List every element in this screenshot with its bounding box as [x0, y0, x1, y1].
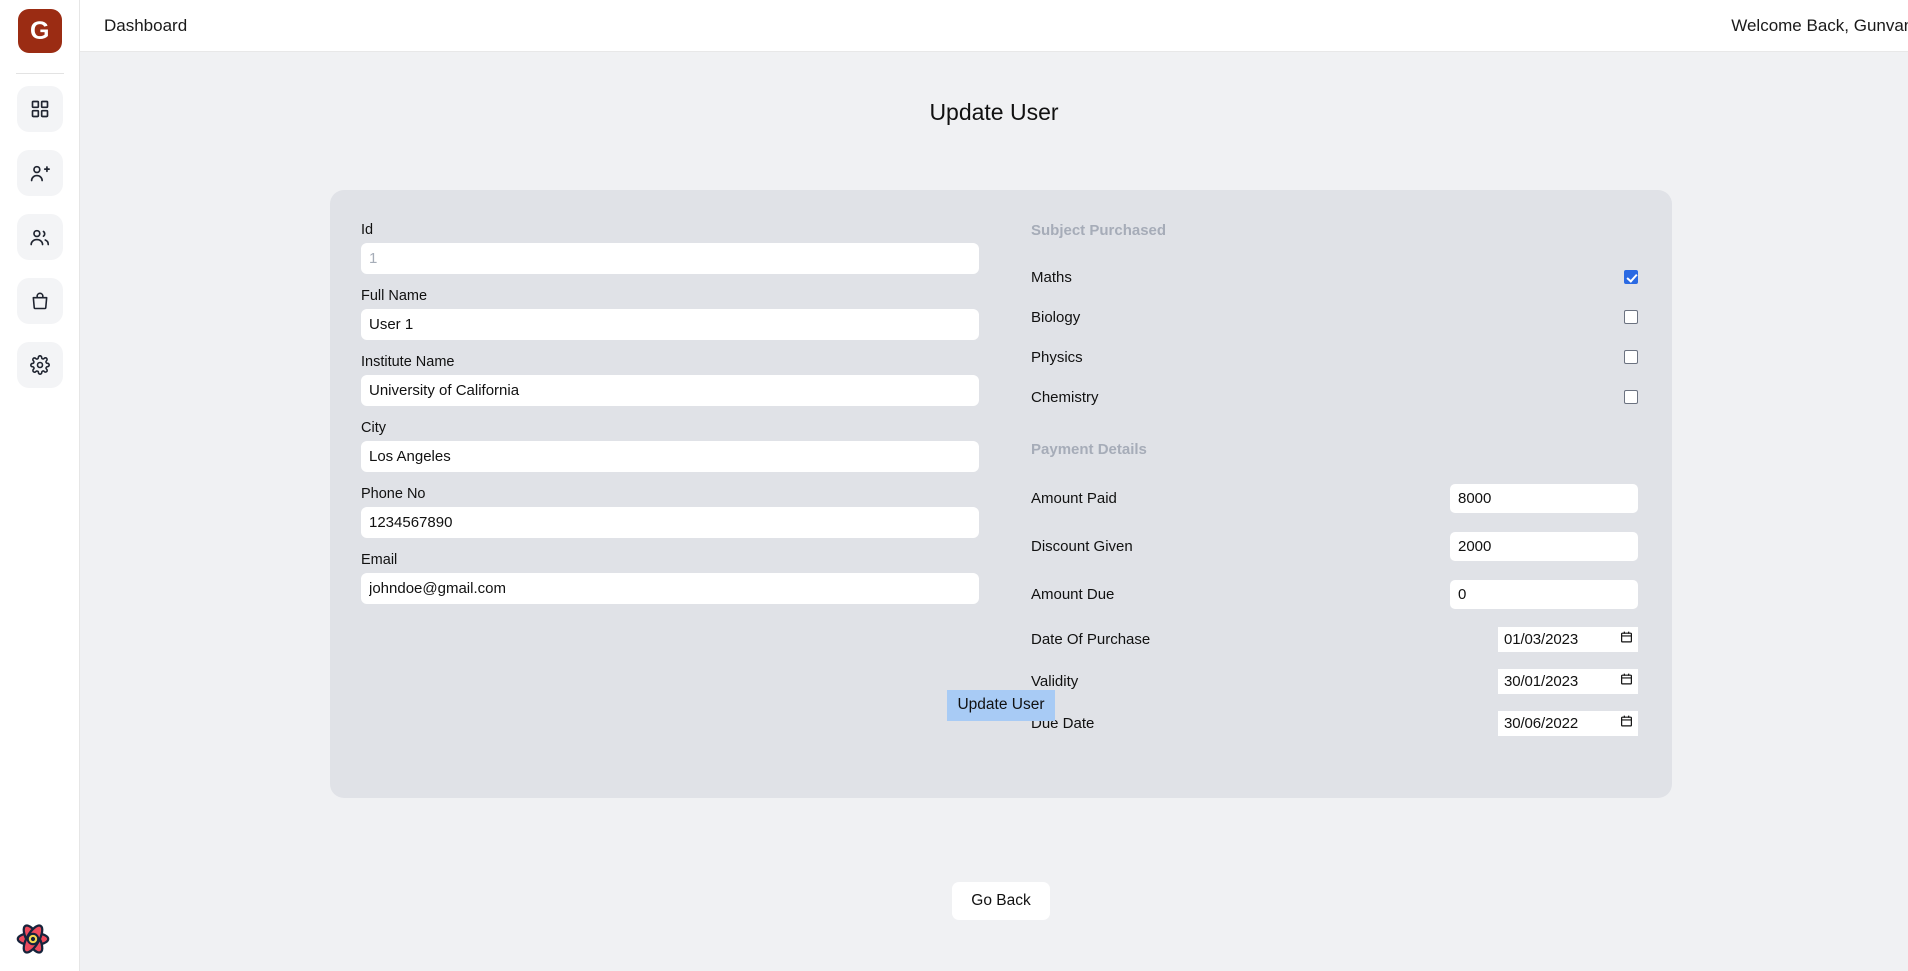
- field-full-name: Full Name: [361, 288, 979, 340]
- form-left-column: Id Full Name Institute Name City: [330, 222, 1001, 744]
- input-email[interactable]: [361, 573, 979, 604]
- topbar: Dashboard Welcome Back, Gunvant: [80, 0, 1908, 52]
- label-id: Id: [361, 222, 374, 238]
- field-institute-name: Institute Name: [361, 354, 979, 406]
- react-query-devtools-icon[interactable]: [14, 920, 52, 958]
- subject-label-chemistry: Chemistry: [1031, 388, 1099, 406]
- input-amount-paid[interactable]: [1450, 483, 1638, 513]
- users-icon: [29, 227, 50, 248]
- field-email: Email: [361, 552, 979, 604]
- update-user-button[interactable]: Update User: [947, 690, 1055, 721]
- payment-row-amount-due: Amount Due: [1031, 570, 1638, 618]
- subject-purchased-heading: Subject Purchased: [1031, 222, 1167, 239]
- shopping-bag-icon: [30, 291, 50, 311]
- page-title: Update User: [929, 99, 1059, 125]
- input-city[interactable]: [361, 441, 979, 472]
- calendar-icon[interactable]: [1620, 630, 1633, 649]
- sidebar-item-dashboard[interactable]: [16, 86, 63, 132]
- subject-checkbox-chemistry[interactable]: [1624, 390, 1638, 404]
- subject-row-chemistry[interactable]: Chemistry: [1031, 377, 1638, 417]
- go-back-button[interactable]: Go Back: [952, 882, 1050, 920]
- breadcrumb-dashboard[interactable]: Dashboard: [104, 16, 187, 36]
- subject-checkbox-physics[interactable]: [1624, 350, 1638, 364]
- label-full-name: Full Name: [361, 288, 428, 304]
- input-discount-given[interactable]: [1450, 531, 1638, 561]
- welcome-message: Welcome Back, Gunvant: [1731, 15, 1908, 35]
- label-city: City: [361, 420, 386, 436]
- payment-row-date-of-purchase: Date Of Purchase 01/03/2023: [1031, 618, 1638, 660]
- field-phone-no: Phone No: [361, 486, 979, 538]
- label-amount-due: Amount Due: [1031, 585, 1115, 603]
- date-of-purchase-value: 01/03/2023: [1504, 630, 1579, 648]
- subject-label-physics: Physics: [1031, 348, 1083, 366]
- app-root: G Dashboard Welcome Back, Gunvant Update…: [0, 0, 1908, 971]
- validity-value: 30/01/2023: [1504, 672, 1579, 690]
- input-date-of-purchase[interactable]: 01/03/2023: [1498, 626, 1638, 652]
- label-discount-given: Discount Given: [1031, 537, 1133, 555]
- subject-row-physics[interactable]: Physics: [1031, 337, 1638, 377]
- input-full-name[interactable]: [361, 309, 979, 340]
- label-email: Email: [361, 552, 398, 568]
- user-plus-icon: [29, 163, 50, 184]
- subject-checkbox-maths[interactable]: [1624, 270, 1638, 284]
- update-user-card: Id Full Name Institute Name City: [330, 190, 1672, 798]
- label-validity: Validity: [1031, 672, 1079, 690]
- grid-icon: [30, 99, 50, 119]
- go-back-row: Go Back: [330, 882, 1672, 920]
- form-right-column: Subject Purchased Maths Biology Physics: [1001, 222, 1672, 744]
- subject-checkbox-biology[interactable]: [1624, 310, 1638, 324]
- sidebar-item-users[interactable]: [16, 214, 63, 260]
- payment-details-heading: Payment Details: [1031, 441, 1147, 458]
- gear-icon: [29, 355, 50, 375]
- input-phone-no[interactable]: [361, 507, 979, 538]
- sidebar-item-settings[interactable]: [16, 342, 63, 388]
- form-columns: Id Full Name Institute Name City: [330, 190, 1672, 744]
- field-id: Id: [361, 222, 979, 274]
- subject-label-maths: Maths: [1031, 268, 1072, 286]
- label-institute-name: Institute Name: [361, 354, 455, 370]
- payment-row-amount-paid: Amount Paid: [1031, 474, 1638, 522]
- content-area: Update User Id Full Name: [80, 52, 1908, 971]
- payment-row-discount-given: Discount Given: [1031, 522, 1638, 570]
- label-phone-no: Phone No: [361, 486, 426, 502]
- submit-row: Update User: [330, 690, 1672, 721]
- app-logo[interactable]: G: [17, 9, 62, 53]
- sidebar-divider: [15, 73, 64, 74]
- main-area: Dashboard Welcome Back, Gunvant Update U…: [80, 0, 1908, 971]
- sidebar-item-purchases[interactable]: [16, 278, 63, 324]
- input-institute-name[interactable]: [361, 375, 979, 406]
- input-amount-due[interactable]: [1450, 579, 1638, 609]
- calendar-icon[interactable]: [1620, 672, 1633, 691]
- field-city: City: [361, 420, 979, 472]
- label-amount-paid: Amount Paid: [1031, 489, 1117, 507]
- subject-row-maths[interactable]: Maths: [1031, 257, 1638, 297]
- sidebar-item-add-user[interactable]: [16, 150, 63, 196]
- input-id[interactable]: [361, 243, 979, 274]
- sidebar: G: [0, 0, 80, 971]
- subject-label-biology: Biology: [1031, 308, 1081, 326]
- label-date-of-purchase: Date Of Purchase: [1031, 630, 1151, 648]
- subject-row-biology[interactable]: Biology: [1031, 297, 1638, 337]
